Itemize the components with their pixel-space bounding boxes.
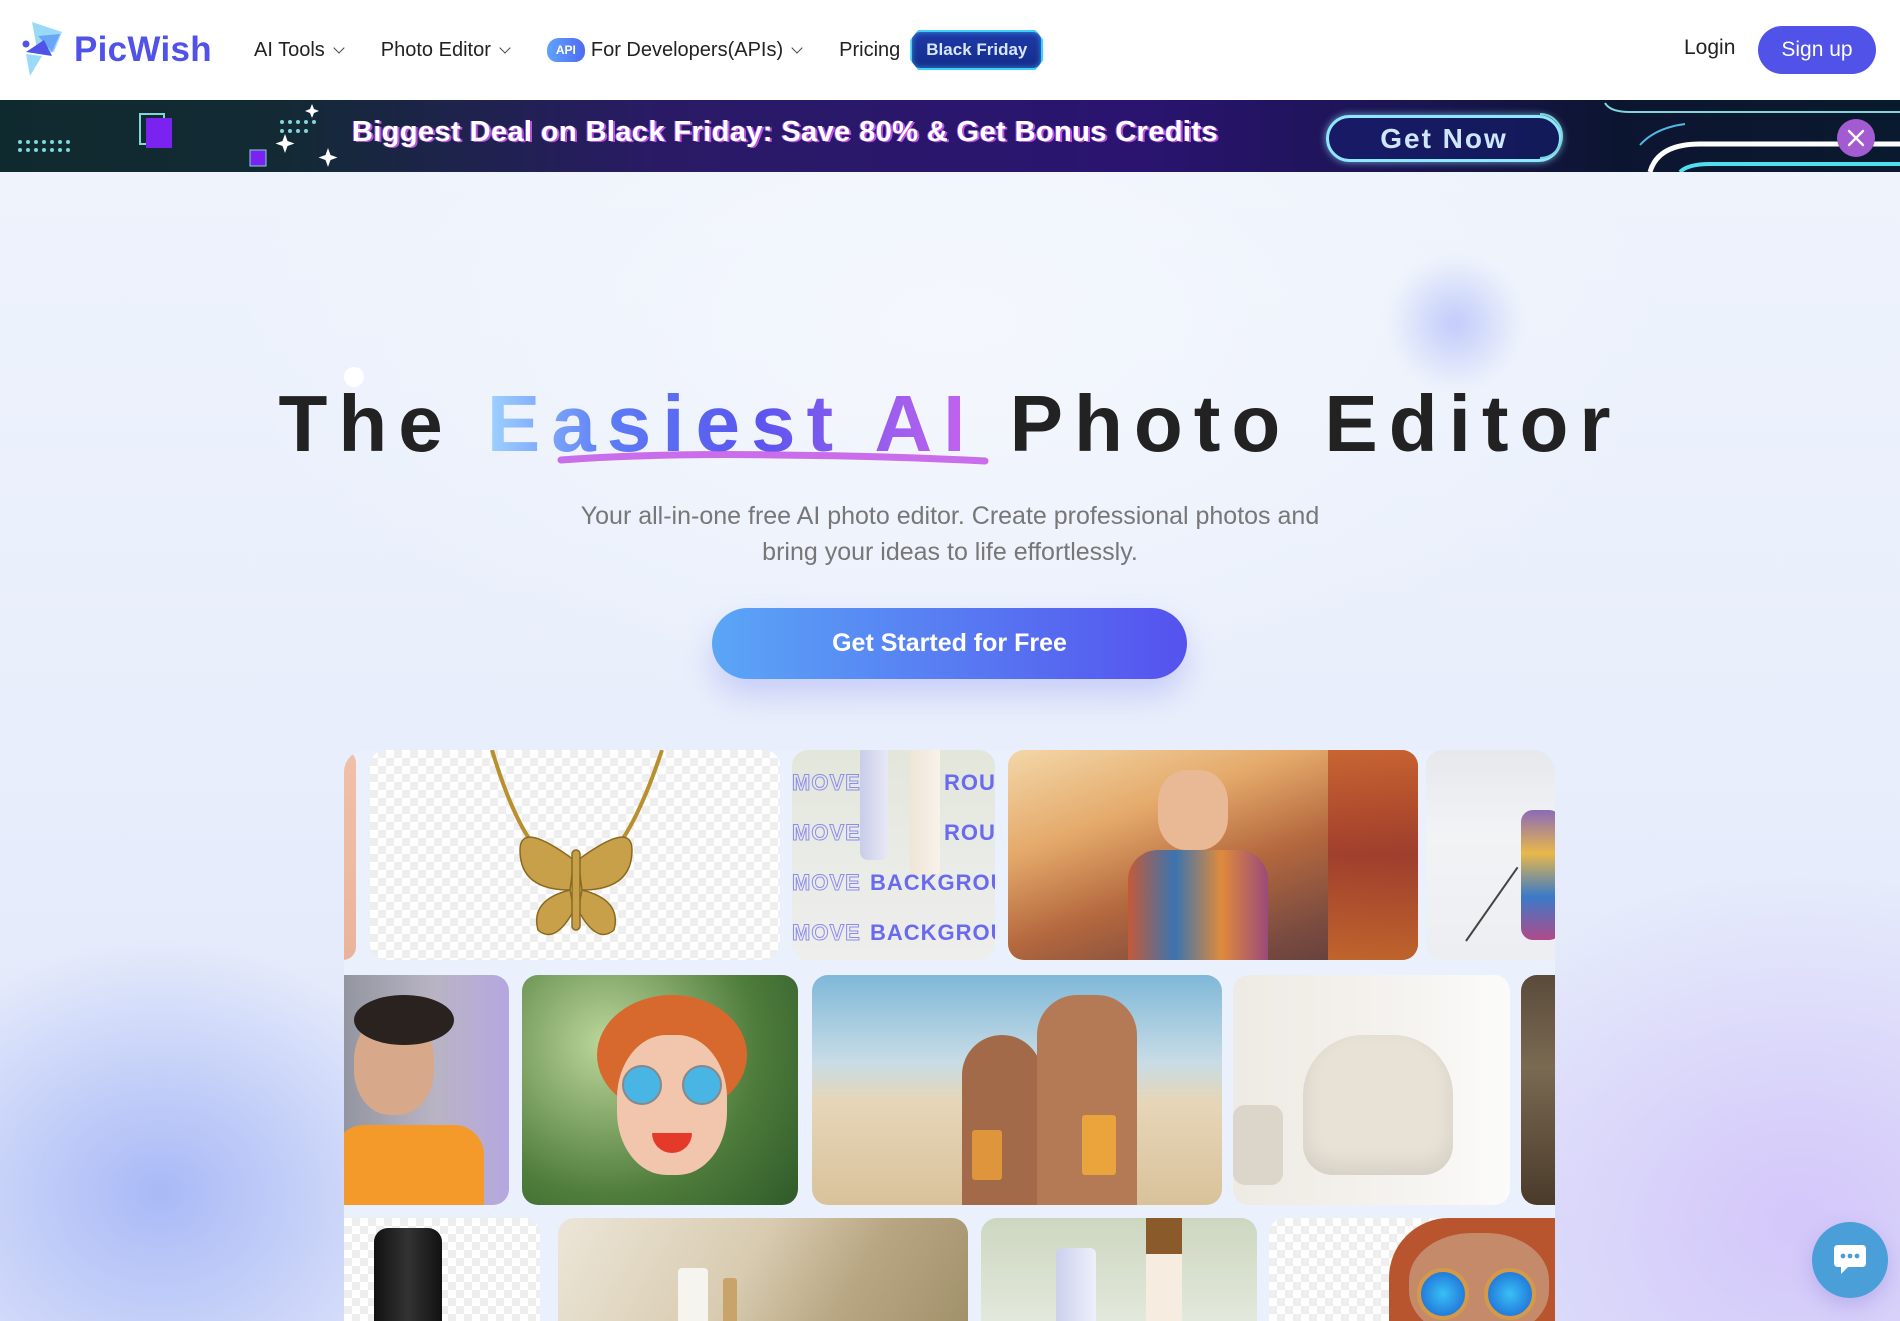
- promo-text: Biggest Deal on Black Friday: Save 80% &…: [352, 116, 1219, 148]
- overlay-text: BACKGROU: [870, 920, 995, 945]
- cosmetic-tube: [860, 750, 888, 860]
- hero-subtitle: Your all-in-one free AI photo editor. Cr…: [0, 498, 1900, 570]
- highlight-underline: [557, 451, 989, 465]
- promo-close-button[interactable]: [1837, 119, 1875, 157]
- main-nav: AI Tools Photo Editor API For Developers…: [254, 30, 1044, 70]
- brand-logo[interactable]: PicWish: [22, 22, 212, 78]
- overlay-text: ROU: [944, 820, 995, 845]
- gallery-tile[interactable]: [1008, 750, 1418, 960]
- chevron-down-icon: [333, 41, 345, 54]
- skier-figure: [1521, 810, 1555, 940]
- chevron-down-icon: [499, 41, 511, 54]
- chat-bubble-icon: [1834, 1245, 1866, 1274]
- close-icon: [1847, 129, 1865, 147]
- ottoman: [1233, 1105, 1283, 1185]
- nav-photo-editor[interactable]: Photo Editor: [380, 38, 511, 62]
- gallery-tile[interactable]: [1233, 975, 1510, 1205]
- necklace-image: [490, 750, 664, 936]
- sunglass-lens: [1417, 1268, 1469, 1320]
- drink-cup: [1082, 1115, 1116, 1175]
- gallery-tile[interactable]: [1269, 1218, 1555, 1321]
- showcase-gallery: MOVE ROU MOVE ROU MOVE BACKGROU MOVE BAC…: [344, 750, 1555, 1321]
- signup-button[interactable]: Sign up: [1758, 26, 1876, 74]
- chat-widget-button[interactable]: [1812, 1222, 1888, 1298]
- festival-flag: [1328, 750, 1418, 960]
- person-hair: [354, 995, 454, 1045]
- api-cloud-icon: API: [546, 38, 585, 62]
- promo-banner[interactable]: Biggest Deal on Black Friday: Save 80% &…: [0, 100, 1900, 172]
- nav-developers-label: For Developers(APIs): [590, 38, 784, 61]
- person-face: [1158, 770, 1228, 850]
- black-friday-badge[interactable]: Black Friday: [910, 30, 1044, 70]
- person-outfit: [1128, 850, 1268, 960]
- cosmetic-tube: [1056, 1248, 1096, 1321]
- gallery-tile[interactable]: [344, 1218, 540, 1321]
- overlay-text: MOVE: [792, 770, 861, 796]
- nav-pricing[interactable]: Pricing Black Friday: [839, 30, 1044, 70]
- ski-pole: [1465, 866, 1519, 942]
- dropper-bottle: [723, 1278, 737, 1321]
- nav-photo-editor-label: Photo Editor: [380, 38, 491, 61]
- sunglass-lens: [682, 1065, 722, 1105]
- nav-developers[interactable]: API For Developers(APIs): [546, 38, 803, 62]
- gallery-tile[interactable]: [1426, 750, 1555, 960]
- nav-ai-tools[interactable]: AI Tools: [254, 38, 345, 62]
- site-header: PicWish AI Tools Photo Editor API For De…: [0, 0, 1900, 100]
- hero-title-prefix: The: [278, 379, 487, 468]
- gallery-tile[interactable]: [981, 1218, 1257, 1321]
- gallery-tile[interactable]: MOVE ROU MOVE ROU MOVE BACKGROU MOVE BAC…: [792, 750, 995, 960]
- picwish-logo-icon: [22, 22, 62, 76]
- banner-decoration-left: [18, 104, 338, 167]
- cosmetic-bottle: [1146, 1218, 1182, 1321]
- get-started-button[interactable]: Get Started for Free: [712, 608, 1187, 679]
- orange-jacket: [344, 1125, 484, 1205]
- gallery-tile[interactable]: [1521, 975, 1555, 1205]
- decorative-blob: [1385, 258, 1525, 388]
- chevron-down-icon: [791, 41, 803, 54]
- armchair: [1303, 1035, 1453, 1175]
- gallery-tile[interactable]: [344, 975, 509, 1205]
- perfume-bottle: [374, 1228, 442, 1321]
- login-link[interactable]: Login: [1684, 36, 1735, 60]
- person-face: [617, 1035, 727, 1175]
- sunglass-lens: [622, 1065, 662, 1105]
- hero-subtitle-line1: Your all-in-one free AI photo editor. Cr…: [580, 502, 1320, 530]
- overlay-text: MOVE: [792, 820, 861, 846]
- brand-name: PicWish: [74, 30, 212, 69]
- hero-title-suffix: Photo Editor: [976, 379, 1622, 468]
- overlay-text: MOVE: [792, 870, 861, 896]
- nav-pricing-label: Pricing: [839, 38, 901, 61]
- overlay-text: MOVE: [792, 920, 861, 946]
- drink-cup: [972, 1130, 1002, 1180]
- overlay-text: BACKGROU: [870, 870, 995, 895]
- gallery-tile[interactable]: [558, 1218, 968, 1321]
- hero-subtitle-line2: bring your ideas to life effortlessly.: [762, 538, 1138, 566]
- nav-ai-tools-label: AI Tools: [254, 38, 325, 61]
- cosmetic-bottle: [910, 750, 940, 875]
- get-now-button[interactable]: Get Now: [1326, 115, 1562, 162]
- gallery-tile[interactable]: [522, 975, 798, 1205]
- skincare-bottle: [678, 1268, 708, 1321]
- overlay-text: ROU: [944, 770, 995, 795]
- gallery-tile[interactable]: [812, 975, 1222, 1205]
- gallery-tile[interactable]: [370, 750, 780, 960]
- sunglass-lens: [1484, 1268, 1536, 1320]
- gallery-tile[interactable]: [344, 750, 356, 960]
